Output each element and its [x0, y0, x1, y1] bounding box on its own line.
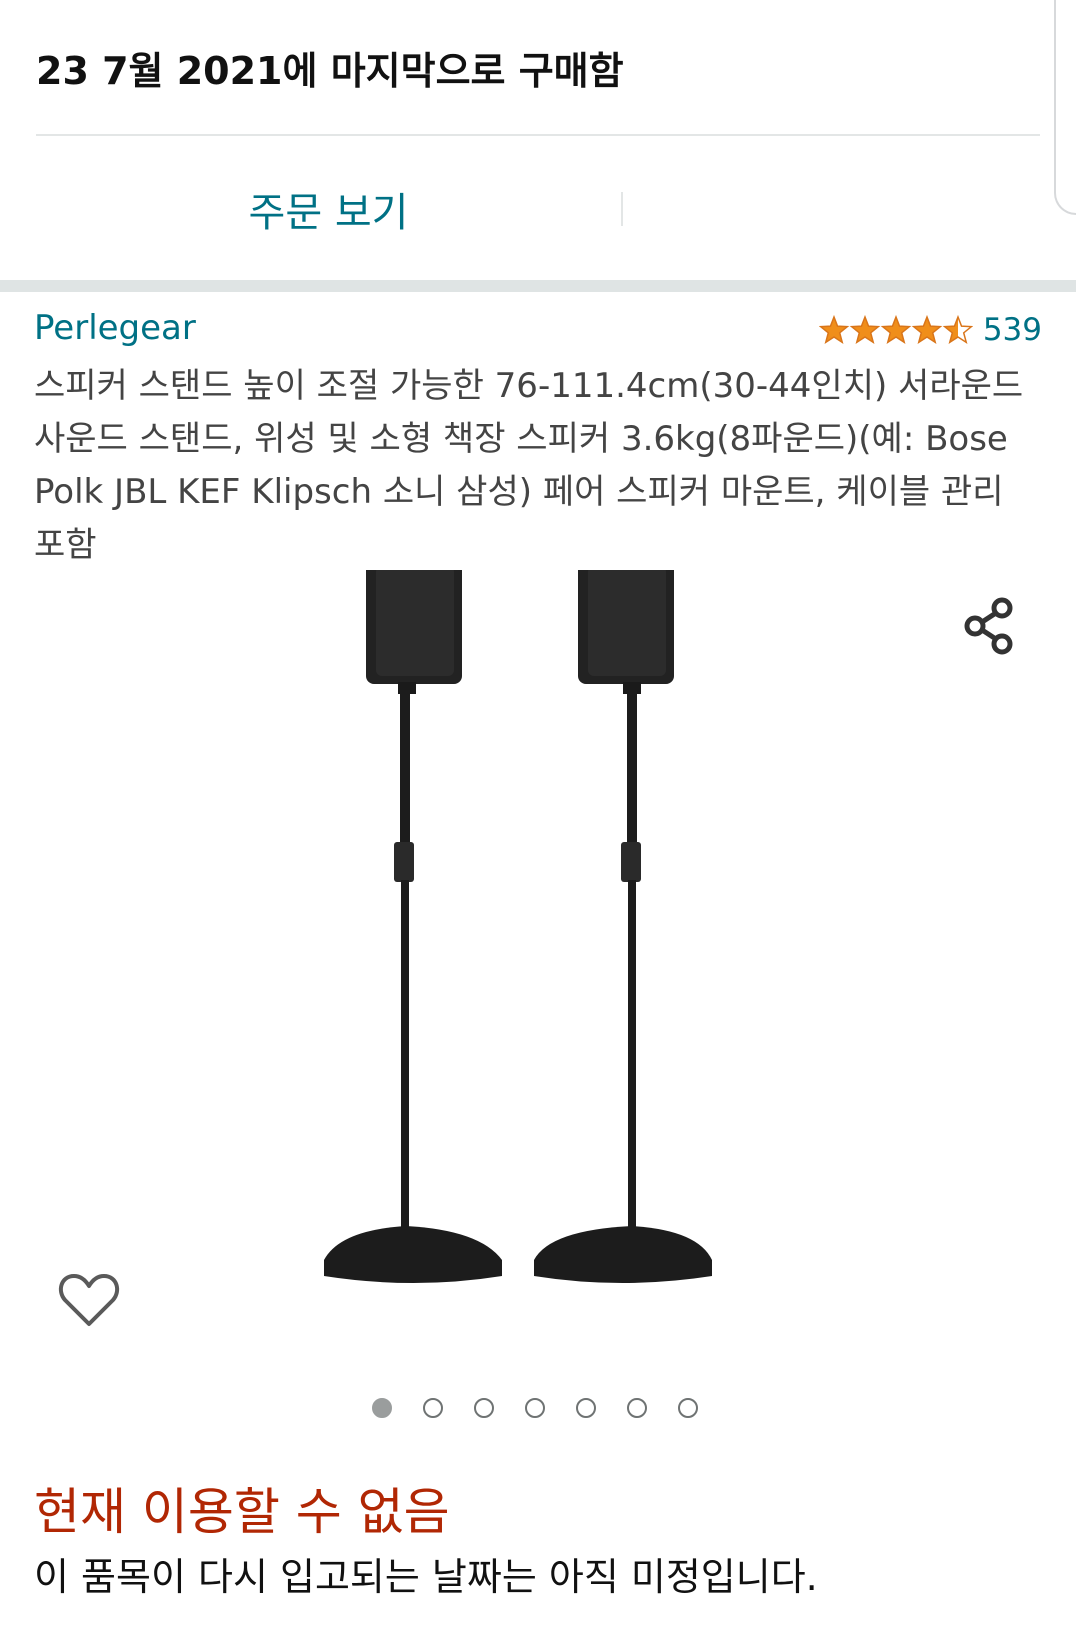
availability-status: 현재 이용할 수 없음	[34, 1483, 450, 1541]
rating-count: 539	[982, 312, 1042, 348]
speaker-stand-left	[324, 570, 502, 1283]
carousel-indicators	[372, 1398, 729, 1418]
carousel-dot[interactable]	[474, 1398, 494, 1418]
share-icon[interactable]	[962, 596, 1016, 656]
star-icon	[911, 315, 943, 345]
button-separator	[621, 192, 623, 226]
last-purchased-note: 23 7월 2021에 마지막으로 구매함	[36, 49, 624, 93]
speaker-stand-right	[534, 570, 712, 1283]
brand-link[interactable]: Perlegear	[34, 308, 196, 348]
divider	[36, 134, 1040, 136]
view-order-button[interactable]: 주문 보기	[36, 180, 621, 238]
product-title: 스피커 스탠드 높이 조절 가능한 76-111.4cm(30-44인치) 서라…	[34, 366, 1024, 565]
carousel-dot[interactable]	[525, 1398, 545, 1418]
star-icon	[880, 315, 912, 345]
carousel-dot[interactable]	[627, 1398, 647, 1418]
carousel-dot[interactable]	[678, 1398, 698, 1418]
star-icon	[849, 315, 881, 345]
carousel-dot[interactable]	[576, 1398, 596, 1418]
carousel-dot[interactable]	[372, 1398, 392, 1418]
star-icon	[818, 315, 850, 345]
rating-summary[interactable]: 539	[818, 312, 1042, 348]
window-edge	[1054, 0, 1076, 215]
product-image[interactable]	[320, 570, 740, 1300]
carousel-dot[interactable]	[423, 1398, 443, 1418]
availability-note: 이 품목이 다시 입고되는 날짜는 아직 미정입니다.	[34, 1555, 818, 1599]
section-separator	[0, 280, 1076, 292]
heart-icon[interactable]	[58, 1272, 120, 1328]
rating-stars	[818, 315, 973, 345]
star-icon	[942, 315, 973, 345]
